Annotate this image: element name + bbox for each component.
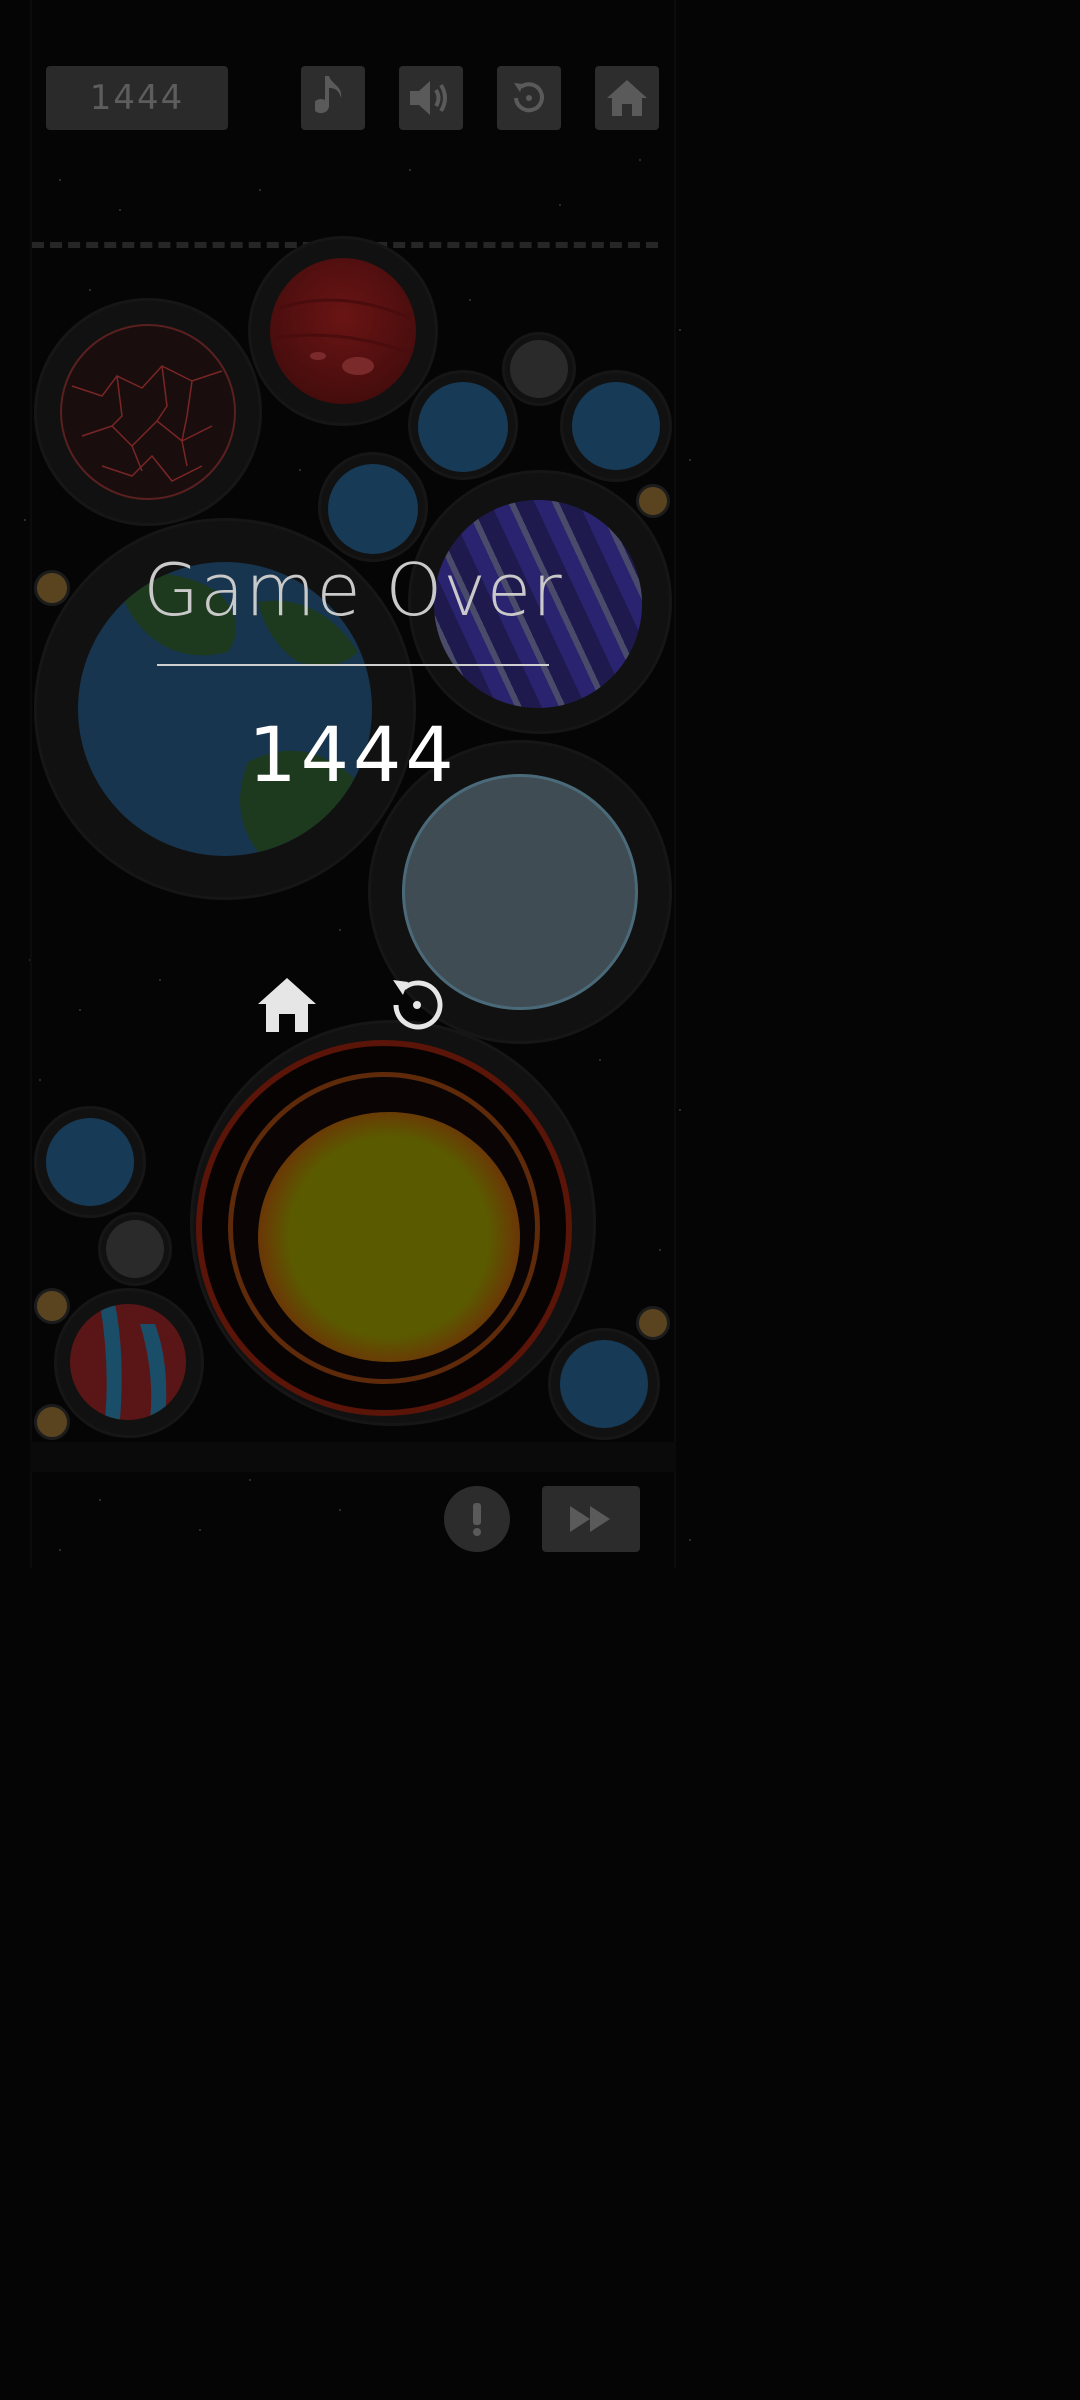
moon (510, 340, 568, 398)
red-blue-planet (70, 1304, 186, 1420)
small-asteroid (34, 1288, 70, 1324)
title-divider (157, 664, 549, 666)
final-score: 1444 (248, 710, 458, 799)
alert-button[interactable] (444, 1486, 510, 1552)
music-icon (315, 76, 342, 114)
music-button[interactable] (301, 66, 365, 130)
small-asteroid (34, 1404, 70, 1440)
small-asteroid (636, 1306, 670, 1340)
ocean-planet (418, 382, 508, 472)
overlay-restart-button[interactable] (382, 970, 452, 1040)
moon (106, 1220, 164, 1278)
sound-icon (410, 81, 447, 115)
game-over-title: Game Over (143, 548, 563, 632)
ocean-planet (560, 1340, 648, 1428)
overlay-home-button[interactable] (252, 970, 322, 1040)
container-floor (30, 1442, 676, 1472)
home-icon (258, 978, 316, 1032)
ocean-planet (572, 382, 660, 470)
ocean-planet (328, 464, 418, 554)
sun-core (258, 1112, 520, 1362)
game-stage: 1444 Game Over 1444 (0, 0, 706, 1568)
home-button[interactable] (595, 66, 659, 130)
score-display: 1444 (46, 66, 228, 130)
restart-icon (393, 980, 443, 1030)
small-asteroid (636, 484, 670, 518)
home-icon (607, 80, 647, 116)
sound-button[interactable] (399, 66, 463, 130)
ocean-planet (46, 1118, 134, 1206)
red-gas-planet (270, 258, 416, 404)
alert-icon (473, 1503, 481, 1536)
sun (196, 1040, 572, 1416)
fast-forward-button[interactable] (542, 1486, 640, 1552)
restart-button[interactable] (497, 66, 561, 130)
restart-icon (514, 82, 544, 113)
lava-planet (60, 324, 236, 500)
fast-forward-icon (570, 1506, 610, 1532)
